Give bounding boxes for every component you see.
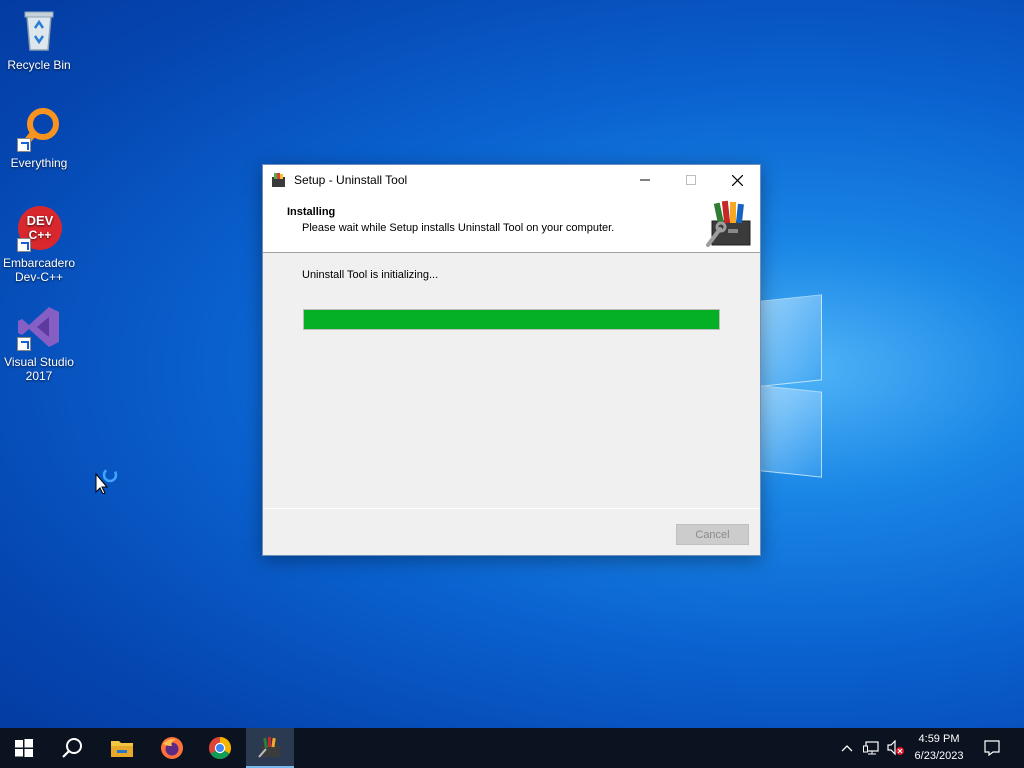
uninstall-tool-setup-icon — [258, 737, 280, 758]
desktop-icon-label-line1: Embarcadero — [2, 256, 76, 270]
cancel-button[interactable]: Cancel — [676, 524, 749, 545]
dialog-separator — [263, 508, 760, 509]
minimize-button[interactable] — [622, 165, 668, 195]
action-center-icon — [984, 740, 1000, 756]
desktop-icon-label: Everything — [10, 156, 68, 170]
chrome-icon — [209, 737, 231, 759]
taskbar: 4:59 PM 6/23/2023 — [0, 728, 1024, 768]
desktop-icon-label-line1: Visual Studio — [4, 355, 74, 369]
svg-text:DEV: DEV — [27, 213, 54, 228]
setup-app-icon — [271, 172, 287, 188]
close-button[interactable] — [714, 165, 760, 195]
taskbar-chrome[interactable] — [196, 728, 244, 768]
desktop-icon-label-line2: Dev-C++ — [14, 270, 64, 284]
start-icon — [15, 739, 33, 757]
close-icon — [731, 174, 743, 186]
taskbar-file-explorer[interactable] — [98, 728, 146, 768]
clock-time: 4:59 PM — [918, 733, 960, 745]
file-explorer-icon — [111, 741, 133, 757]
show-hidden-icons-button[interactable] — [836, 728, 858, 768]
search-icon — [62, 738, 82, 758]
maximize-button — [668, 165, 714, 195]
visual-studio-icon — [15, 303, 63, 351]
devcpp-icon: DEV C++ — [15, 204, 63, 252]
desktop-icon-devcpp[interactable]: DEV C++ Embarcadero Dev-C++ — [0, 204, 78, 284]
action-center-button[interactable] — [978, 728, 1006, 768]
wallpaper-windows-logo — [752, 288, 824, 480]
wizard-header: Installing Please wait while Setup insta… — [263, 195, 760, 253]
everything-search-icon — [15, 104, 63, 152]
desktop-icon-visual-studio[interactable]: Visual Studio 2017 — [0, 303, 78, 383]
uninstall-tool-logo-icon — [706, 199, 752, 249]
taskbar-firefox[interactable] — [148, 728, 196, 768]
minimize-icon — [640, 179, 650, 181]
maximize-icon — [686, 175, 696, 185]
dialog-title: Setup - Uninstall Tool — [294, 173, 408, 187]
mouse-cursor-busy-icon — [95, 466, 121, 495]
page-title: Installing — [287, 206, 336, 218]
taskbar-uninstall-tool-setup[interactable] — [246, 728, 294, 768]
clock-date: 6/23/2023 — [914, 750, 964, 762]
network-icon — [863, 741, 879, 755]
chevron-up-icon — [841, 745, 853, 752]
desktop-icon-recycle-bin[interactable]: Recycle Bin — [0, 6, 78, 72]
install-progress-bar — [303, 309, 720, 330]
network-tray-button[interactable] — [860, 728, 882, 768]
taskbar-clock[interactable]: 4:59 PM 6/23/2023 — [900, 731, 978, 765]
shortcut-arrow-icon — [17, 337, 31, 351]
desktop-icon-everything[interactable]: Everything — [0, 104, 78, 170]
firefox-icon — [161, 737, 183, 759]
shortcut-arrow-icon — [17, 238, 31, 252]
svg-text:C++: C++ — [29, 228, 52, 242]
setup-dialog: Setup - Uninstall Tool Installing Please… — [262, 164, 761, 556]
page-subtitle: Please wait while Setup installs Uninsta… — [302, 222, 615, 234]
status-text: Uninstall Tool is initializing... — [302, 269, 439, 281]
progress-fill — [304, 310, 719, 329]
search-button[interactable] — [48, 728, 96, 768]
start-button[interactable] — [0, 728, 48, 768]
desktop-icon-label: Recycle Bin — [7, 58, 71, 72]
recycle-bin-icon — [15, 6, 63, 54]
desktop-icon-label-line2: 2017 — [25, 369, 53, 383]
dialog-titlebar[interactable]: Setup - Uninstall Tool — [263, 165, 760, 195]
shortcut-arrow-icon — [17, 138, 31, 152]
